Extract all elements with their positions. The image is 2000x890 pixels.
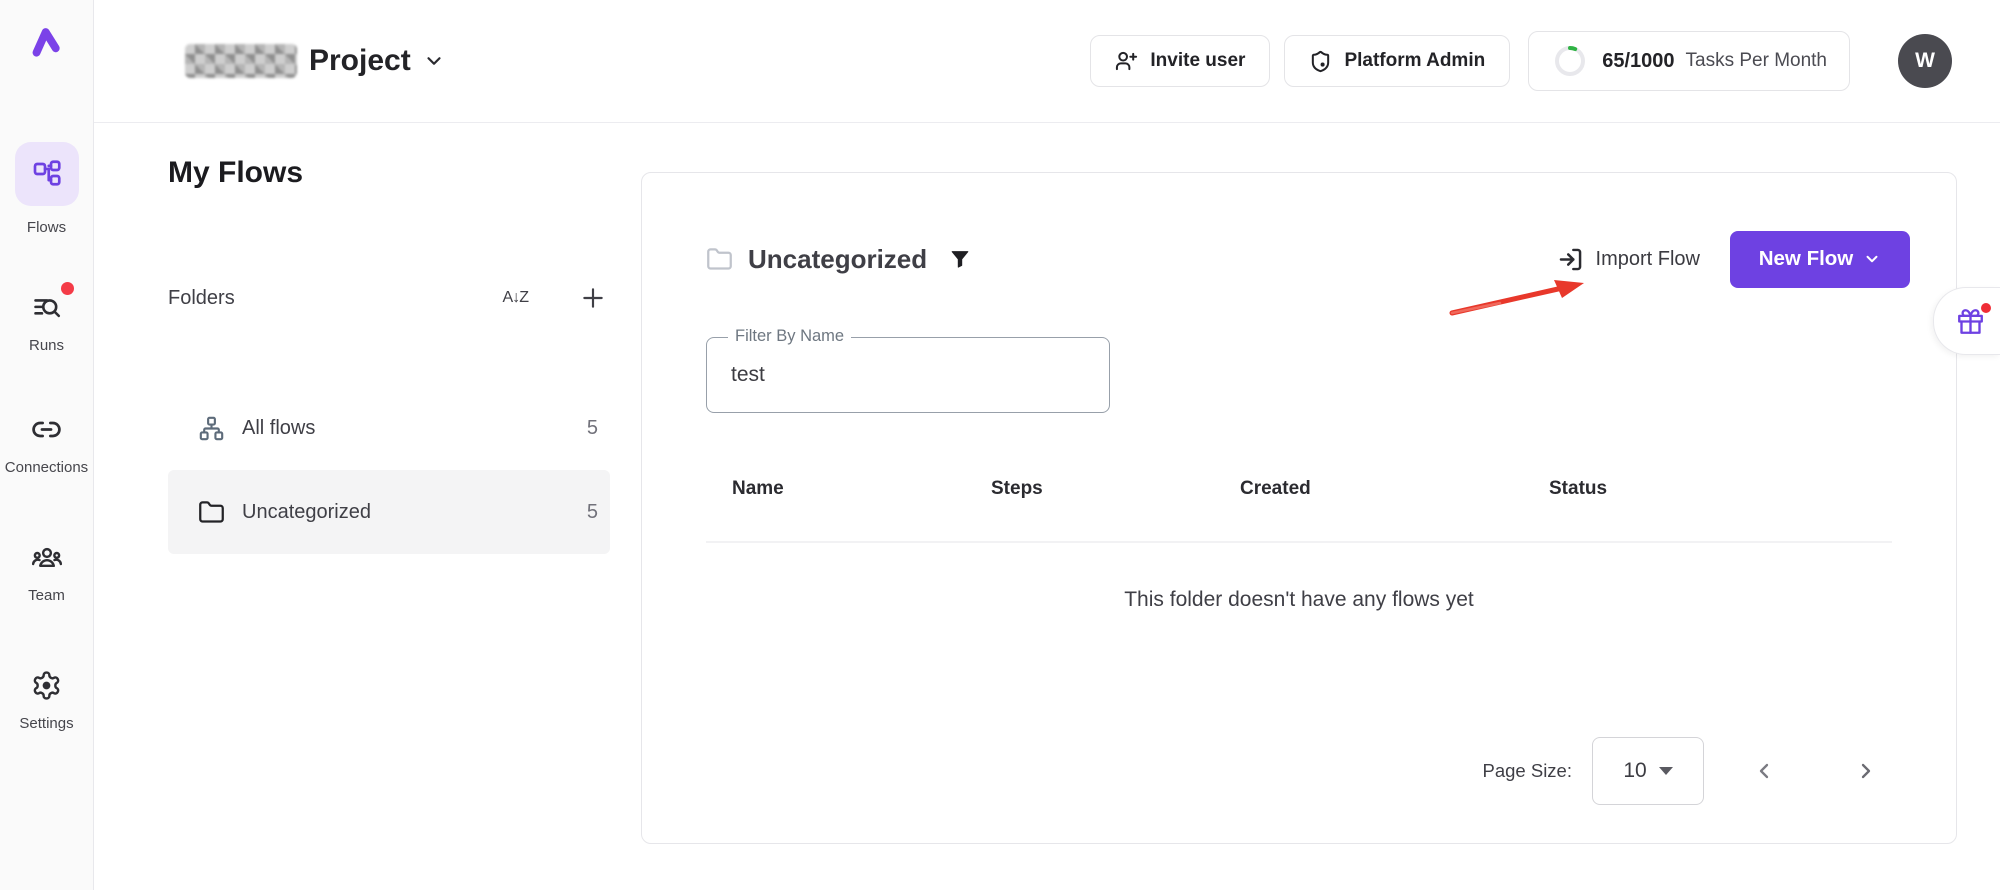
project-name-redacted (185, 44, 297, 78)
new-flow-label: New Flow (1759, 247, 1854, 271)
card-header: Uncategorized Import Flow New Flow (706, 229, 1910, 289)
users-icon (30, 540, 64, 574)
page-size-select[interactable]: 10 (1592, 737, 1704, 805)
column-header-name[interactable]: Name (732, 478, 784, 500)
plus-icon (580, 285, 606, 311)
caret-down-icon (1659, 767, 1673, 775)
folder-item-count: 5 (587, 501, 598, 524)
sidebar-item-connections[interactable]: Connections (0, 412, 93, 476)
user-plus-icon (1115, 50, 1138, 73)
chevron-right-icon (1854, 759, 1878, 783)
folder-icon (198, 499, 225, 526)
project-title: Project (309, 44, 411, 78)
app-root: Flows Runs Connections (0, 0, 2000, 890)
folder-item-label: Uncategorized (242, 501, 587, 524)
sidebar-item-label: Runs (29, 337, 64, 354)
filter-funnel-icon[interactable] (949, 248, 971, 270)
platform-admin-button[interactable]: Platform Admin (1284, 35, 1510, 87)
import-icon (1557, 246, 1584, 273)
network-icon (198, 415, 225, 442)
runs-notification-dot (61, 282, 74, 295)
sidebar-item-label: Connections (5, 459, 88, 476)
folder-icon (706, 246, 733, 273)
filter-by-name-input[interactable] (707, 338, 1109, 412)
folder-item-count: 5 (587, 417, 598, 440)
topbar: Project Invite user Platform Admin (93, 0, 2000, 123)
add-folder-button[interactable] (576, 281, 610, 315)
gift-notification-dot (1981, 303, 1991, 313)
sidebar-item-settings[interactable]: Settings (0, 668, 93, 732)
user-avatar[interactable]: W (1898, 34, 1952, 88)
tasks-label: Tasks Per Month (1686, 50, 1828, 72)
topbar-actions: Invite user Platform Admin 65/1000 Tasks… (1090, 0, 1952, 122)
list-search-icon (30, 290, 64, 324)
platform-admin-label: Platform Admin (1344, 50, 1485, 72)
column-header-status[interactable]: Status (1549, 478, 1607, 500)
column-header-created[interactable]: Created (1240, 478, 1311, 500)
chevron-left-icon (1752, 759, 1776, 783)
next-page-button[interactable] (1848, 753, 1884, 789)
folder-item-label: All flows (242, 417, 587, 440)
shield-icon (1309, 50, 1332, 73)
gift-icon (1957, 308, 1984, 335)
sidebar-item-team[interactable]: Team (0, 540, 93, 604)
page-title: My Flows (168, 156, 303, 190)
folders-heading: Folders (168, 287, 235, 310)
folders-header: Folders A↓Z (168, 278, 610, 318)
sidebar-item-label: Team (28, 587, 65, 604)
app-logo-icon[interactable] (0, 22, 93, 64)
project-switcher[interactable]: Project (185, 0, 445, 122)
empty-state-text: This folder doesn't have any flows yet (642, 588, 1956, 612)
page-size-value: 10 (1623, 759, 1646, 783)
workflow-icon (15, 142, 79, 206)
gear-icon (30, 668, 64, 702)
page-size-label: Page Size: (1483, 760, 1572, 782)
folder-item-uncategorized[interactable]: Uncategorized 5 (168, 470, 610, 554)
flows-card: Uncategorized Import Flow New Flow (641, 172, 1957, 844)
sidebar-item-flows[interactable]: Flows (0, 142, 93, 236)
import-flow-label: Import Flow (1596, 248, 1700, 271)
invite-user-label: Invite user (1150, 50, 1245, 72)
tasks-usage-badge[interactable]: 65/1000 Tasks Per Month (1528, 31, 1850, 91)
card-title: Uncategorized (748, 244, 927, 275)
sidebar-item-label: Settings (19, 715, 73, 732)
chevron-down-icon (423, 50, 445, 72)
sidebar-item-runs[interactable]: Runs (0, 290, 93, 354)
filter-field: Filter By Name (706, 337, 1110, 413)
rewards-drawer-tab[interactable] (1933, 287, 2000, 355)
progress-ring-icon (1551, 42, 1589, 80)
sidebar: Flows Runs Connections (0, 0, 94, 890)
invite-user-button[interactable]: Invite user (1090, 35, 1270, 87)
chevron-down-icon (1863, 250, 1881, 268)
folder-item-all-flows[interactable]: All flows 5 (168, 386, 610, 470)
import-flow-button[interactable]: Import Flow (1557, 246, 1700, 273)
sort-az-icon[interactable]: A↓Z (499, 285, 532, 311)
table-divider (706, 541, 1892, 543)
new-flow-button[interactable]: New Flow (1730, 231, 1910, 288)
sidebar-item-label: Flows (27, 219, 66, 236)
tasks-count: 65/1000 (1602, 50, 1674, 73)
pagination: Page Size: 10 (1483, 738, 1884, 804)
previous-page-button[interactable] (1746, 753, 1782, 789)
link-icon (30, 412, 64, 446)
column-header-steps[interactable]: Steps (991, 478, 1043, 500)
